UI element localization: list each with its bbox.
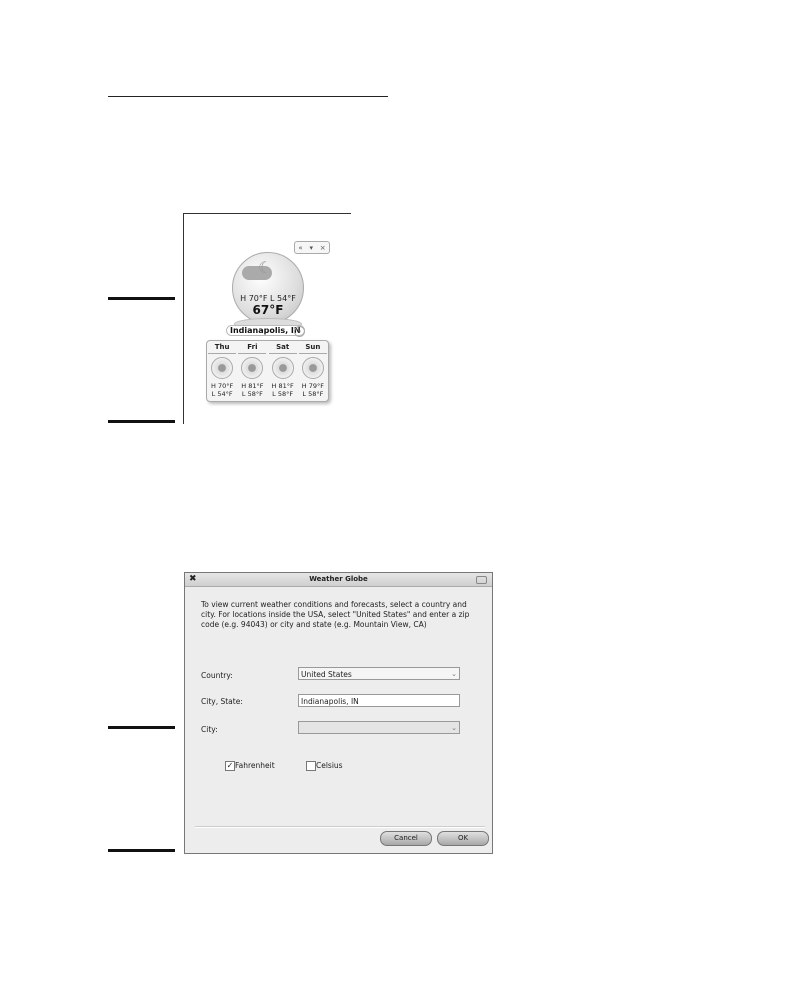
day-name: Thu [208,343,237,354]
sun-icon [241,357,264,379]
country-label: Country: [201,671,233,680]
sun-icon [301,357,324,379]
today-high-low: H 70°F L 54°F [240,294,296,303]
country-value: United States [301,670,352,679]
forecast-day: Sat H 81°F L 58°F [268,343,297,401]
search-icon[interactable]: ⌕ [294,326,305,337]
ok-button[interactable]: OK [437,831,489,846]
day-name: Sun [298,343,327,354]
chevron-down-icon: ⌄ [451,724,457,732]
city-label: City: [201,725,218,734]
forecast-day: Thu H 70°F L 54°F [208,343,237,401]
menu-icon[interactable]: ▾ [309,244,313,252]
dialog-title: Weather Globe [309,575,368,583]
forecast-day: Sun H 79°F L 58°F [298,343,327,401]
day-high: H 79°F [301,382,324,390]
divider [195,826,485,828]
header-rule [108,96,388,97]
title-bar: ✖ Weather Globe [185,573,492,587]
moon-icon: ☾ [258,258,273,277]
figure-marker [108,849,175,852]
city-state-label: City, State: [201,697,243,706]
location-label[interactable]: Indianapolis, IN [226,325,305,336]
figure-marker [108,420,175,423]
day-low: L 54°F [211,390,233,398]
country-select[interactable]: United States ⌄ [298,667,460,680]
day-name: Sat [268,343,297,354]
celsius-checkbox[interactable]: Celsius [306,761,343,771]
day-high: H 70°F [211,382,234,390]
forecast-day: Fri H 81°F L 58°F [238,343,267,401]
day-high: H 81°F [241,382,264,390]
maximize-icon[interactable] [476,576,487,584]
figure-marker [108,726,175,729]
day-low: L 58°F [302,390,324,398]
day-name: Fri [238,343,267,354]
checkbox-unchecked-icon[interactable] [306,761,316,771]
current-temperature: 67°F [252,303,284,317]
city-select[interactable]: ⌄ [298,721,460,734]
close-window-icon[interactable]: ✖ [189,574,197,584]
day-low: L 58°F [241,390,263,398]
fahrenheit-label: Fahrenheit [235,761,275,770]
weather-widget-screenshot: « ▾ × ☾ H 70°F L 54°F 67°F Indianapolis,… [183,213,351,424]
fahrenheit-checkbox[interactable]: ✓ Fahrenheit [225,761,275,771]
sun-icon [211,357,234,379]
forecast-panel: Thu H 70°F L 54°F Fri H 81°F L 58°F Sat H 81°… [206,340,329,402]
collapse-icon[interactable]: « [298,244,302,252]
checkbox-checked-icon[interactable]: ✓ [225,761,235,771]
widget-controls[interactable]: « ▾ × [294,241,330,254]
close-icon[interactable]: × [320,244,326,252]
sun-icon [271,357,294,379]
cancel-button[interactable]: Cancel [380,831,432,846]
day-low: L 58°F [272,390,294,398]
figure-marker [108,297,175,300]
weather-globe-dialog: ✖ Weather Globe To view current weather … [184,572,493,854]
intro-text: To view current weather conditions and f… [201,600,470,629]
celsius-label: Celsius [316,761,343,770]
day-high: H 81°F [271,382,294,390]
city-state-input[interactable]: Indianapolis, IN [298,694,460,707]
chevron-down-icon: ⌄ [451,670,457,678]
